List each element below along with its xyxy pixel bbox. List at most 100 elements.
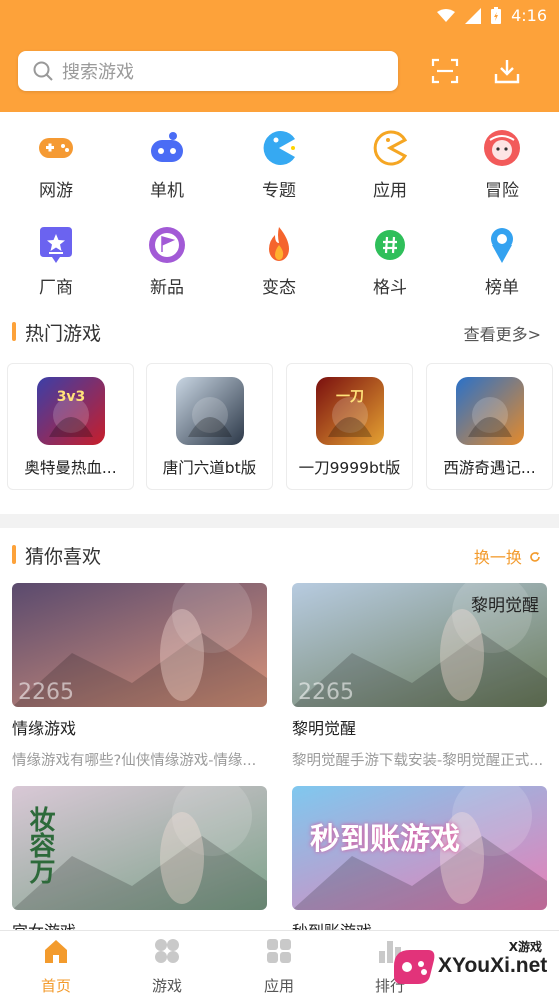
banner-watermark: 2265 [18, 680, 74, 705]
category-单机[interactable]: 单机 [122, 128, 212, 208]
category-榜单[interactable]: 榜单 [457, 225, 547, 305]
category-label: 冒险 [485, 181, 519, 201]
game-art [188, 397, 232, 437]
person-icon [491, 228, 513, 263]
tab-label: 游戏 [151, 977, 182, 994]
recommend-title: 宫女游戏 [12, 918, 267, 930]
flag-icon [149, 227, 185, 263]
category-冒险[interactable]: 冒险 [457, 128, 547, 208]
category-label: 网游 [39, 181, 73, 201]
tab-首页[interactable]: 首页 [11, 937, 101, 994]
apps-icon [267, 939, 291, 963]
refresh-button[interactable]: 换一换 [474, 544, 541, 568]
game-art-text: 一刀 [336, 389, 364, 405]
home-icon [45, 940, 67, 963]
category-变态[interactable]: 变态 [234, 225, 324, 305]
category-icon-wrap [482, 225, 522, 265]
recommend-title: 黎明觉醒 [292, 719, 357, 738]
category-新品[interactable]: 新品 [122, 225, 212, 305]
category-应用[interactable]: 应用 [345, 128, 435, 208]
banner-watermark: 2265 [298, 680, 354, 705]
game-name: 西游奇遇记... [443, 459, 536, 477]
category-icon-wrap [147, 225, 187, 265]
category-grid: 网游 单机 专题 应用 冒险 厂商 新品 变态 格斗 榜单 [0, 112, 559, 300]
pacman-outline-icon [373, 130, 408, 166]
game-art-text: 3v3 [57, 389, 86, 405]
refresh-icon [530, 552, 540, 562]
recommend-card[interactable]: 2265 情缘游戏 情缘游戏有哪些?仙侠情缘游戏-情缘... [12, 583, 267, 770]
hashtag-icon [375, 230, 405, 260]
category-厂商[interactable]: 厂商 [11, 225, 101, 305]
category-label: 专题 [262, 181, 296, 201]
recommend-banner: 秒到账游戏 [292, 786, 547, 910]
status-icons: 4:16 [437, 6, 547, 25]
category-icon-wrap [259, 128, 299, 168]
recommend-title: 情缘游戏 [12, 719, 77, 738]
tab-应用[interactable]: 应用 [234, 937, 324, 994]
refresh-label: 换一换 [473, 548, 522, 567]
status-bar: 4:16 [0, 0, 559, 34]
category-icon-wrap [370, 128, 410, 168]
category-label: 榜单 [485, 278, 519, 298]
tab-游戏[interactable]: 游戏 [122, 937, 212, 994]
category-专题[interactable]: 专题 [234, 128, 324, 208]
category-label: 单机 [150, 181, 184, 201]
recommend-card[interactable]: 秒到账游戏 秒到账游戏 [292, 786, 547, 930]
hot-game-card[interactable]: 唐门六道bt版 [146, 363, 273, 490]
battery-icon [491, 7, 502, 24]
tab-label: 应用 [263, 977, 294, 994]
search-placeholder: 搜索游戏 [62, 62, 134, 83]
game-name: 奥特曼热血... [24, 459, 117, 477]
hot-game-card[interactable]: 西游奇遇记... [426, 363, 553, 490]
game-name: 唐门六道bt版 [162, 459, 257, 477]
guess-header: 猜你喜欢 换一换 [0, 534, 559, 574]
star-badge-icon [40, 227, 72, 263]
wifi-icon [437, 8, 456, 22]
search-input[interactable]: 搜索游戏 [18, 51, 398, 91]
controller-icon [151, 132, 183, 162]
category-label: 厂商 [39, 278, 73, 298]
recommend-card[interactable]: 黎明觉醒 2265 黎明觉醒 黎明觉醒手游下载安装-黎明觉醒正式... [292, 583, 547, 770]
gamepad-icon [39, 138, 73, 158]
category-格斗[interactable]: 格斗 [345, 225, 435, 305]
category-label: 格斗 [373, 278, 407, 298]
category-icon-wrap [259, 225, 299, 265]
game-art [468, 397, 512, 437]
banner-text: 妆容万 [25, 806, 55, 884]
hot-games-section: 热门游戏 查看更多> 3v3 奥特曼热血... 唐门六道bt版 一刀 一刀999… [0, 300, 559, 514]
flame-icon [269, 227, 289, 261]
recommend-banner: 妆容万 [12, 786, 267, 910]
recommend-card[interactable]: 妆容万 宫女游戏 [12, 786, 267, 930]
recommend-banner: 黎明觉醒 2265 [292, 583, 547, 707]
section-marker [12, 545, 16, 564]
recommend-banner: 2265 [12, 583, 267, 707]
hot-games-header: 热门游戏 查看更多> [0, 311, 559, 351]
hot-game-card[interactable]: 一刀 一刀9999bt版 [286, 363, 413, 490]
header: 搜索游戏 [0, 34, 559, 112]
category-label: 变态 [262, 278, 296, 298]
guess-title: 猜你喜欢 [25, 546, 102, 568]
category-label: 新品 [150, 278, 184, 298]
grid-icon [155, 939, 179, 963]
recommend-desc: 情缘游戏有哪些?仙侠情缘游戏-情缘... [12, 753, 257, 769]
banner-text: 秒到账游戏 [310, 822, 460, 857]
watermark-logo-icon [394, 950, 435, 984]
download-icon [494, 60, 520, 84]
game-icon: 3v3 [37, 377, 105, 445]
hot-games-title: 热门游戏 [25, 323, 102, 345]
scan-button[interactable] [428, 54, 462, 88]
category-icon-wrap [36, 225, 76, 265]
scan-icon [431, 58, 459, 84]
category-icon-wrap [370, 225, 410, 265]
view-more-link[interactable]: 查看更多> [464, 321, 541, 345]
hot-game-card[interactable]: 3v3 奥特曼热血... [7, 363, 134, 490]
category-icon-wrap [36, 128, 76, 168]
site-watermark: X游戏 XYouXi.net [388, 936, 556, 992]
game-icon [176, 377, 244, 445]
recommend-title: 秒到账游戏 [292, 918, 547, 930]
pacman-blue-icon [263, 131, 295, 165]
category-网游[interactable]: 网游 [11, 128, 101, 208]
game-icon [456, 377, 524, 445]
status-time: 4:16 [511, 6, 547, 25]
download-button[interactable] [490, 54, 524, 88]
